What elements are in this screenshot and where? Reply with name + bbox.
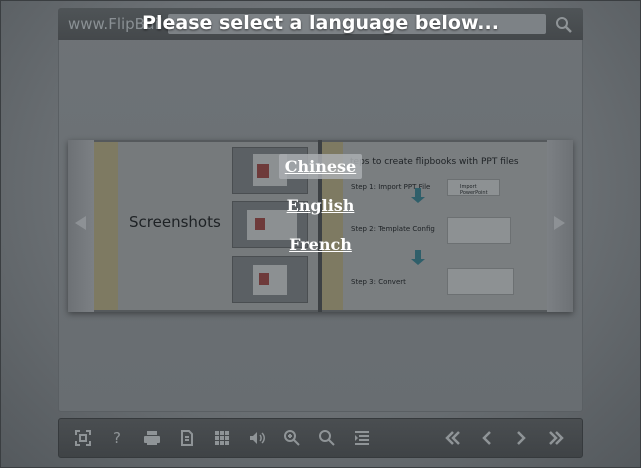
step-label: Step 3: Convert — [351, 278, 406, 286]
search-icon[interactable] — [317, 428, 337, 448]
zoom-in-icon[interactable] — [282, 428, 302, 448]
next-arrow-icon[interactable] — [554, 216, 565, 230]
language-option-english[interactable]: English — [0, 193, 641, 218]
help-icon[interactable]: ? — [107, 428, 127, 448]
language-prompt: Please select a language below... — [142, 12, 499, 34]
language-link-chinese[interactable]: Chinese — [278, 154, 363, 179]
language-link-french[interactable]: French — [283, 232, 358, 257]
previous-page-icon[interactable] — [477, 428, 497, 448]
last-page-icon[interactable] — [546, 428, 566, 448]
convert-preview — [447, 268, 514, 295]
language-link-english[interactable]: English — [281, 193, 361, 218]
language-option-chinese[interactable]: Chinese — [0, 154, 641, 179]
first-page-icon[interactable] — [443, 428, 463, 448]
screenshot-thumbnail — [232, 256, 308, 303]
fullscreen-icon[interactable] — [73, 428, 93, 448]
thumbnails-icon[interactable] — [212, 428, 232, 448]
next-page-icon[interactable] — [511, 428, 531, 448]
print-icon[interactable] — [142, 428, 162, 448]
sound-icon[interactable] — [247, 428, 267, 448]
language-option-french[interactable]: French — [0, 232, 641, 257]
document-icon[interactable] — [177, 428, 197, 448]
table-of-contents-icon[interactable] — [352, 428, 372, 448]
previous-arrow-icon[interactable] — [75, 216, 86, 230]
